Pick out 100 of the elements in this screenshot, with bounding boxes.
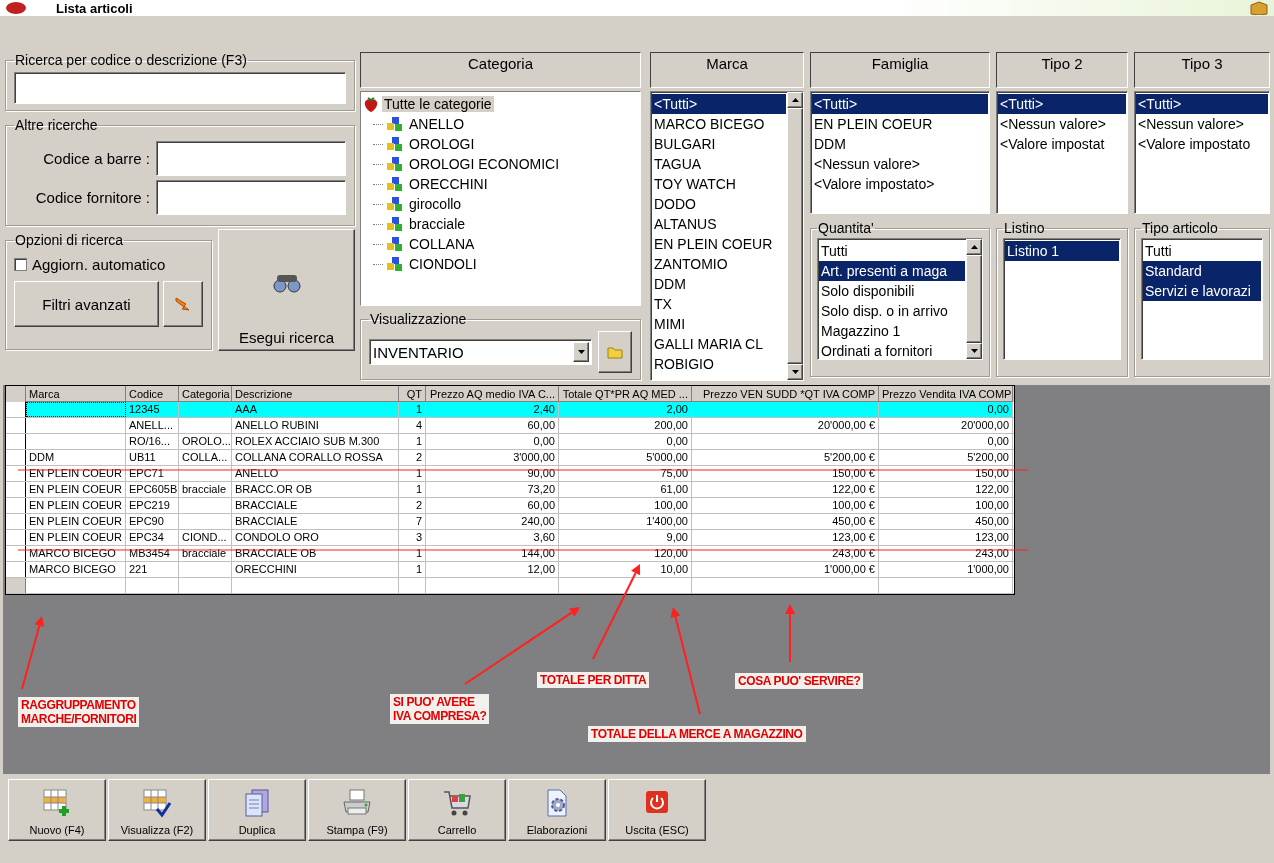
group-title: Altre ricerche bbox=[14, 117, 99, 133]
table-cell: 120,00 bbox=[559, 546, 692, 561]
tree-item[interactable]: girocollo bbox=[407, 196, 464, 212]
list-item[interactable]: <Valore impostat bbox=[998, 134, 1126, 154]
list-item[interactable]: Solo disp. o in arrivo bbox=[819, 301, 965, 321]
list-item[interactable]: DDM bbox=[812, 134, 988, 154]
table-row[interactable]: 12345 AAA 1 2,40 2,00 0,00 bbox=[6, 402, 1014, 418]
table-cell: 144,00 bbox=[426, 546, 559, 561]
list-header: Tipo 3 bbox=[1134, 52, 1270, 88]
tree-item[interactable]: ANELLO bbox=[407, 116, 467, 132]
list-item[interactable]: Tutti bbox=[1143, 241, 1261, 261]
list-item[interactable]: MIMI bbox=[652, 314, 786, 334]
list-item[interactable]: Standard bbox=[1143, 261, 1261, 281]
display-dropdown[interactable]: INVENTARIO bbox=[369, 339, 592, 365]
table-cell: 90,00 bbox=[426, 466, 559, 481]
toolbar-button[interactable]: Uscita (ESC) bbox=[608, 779, 706, 841]
scrollbar[interactable] bbox=[787, 92, 803, 380]
list-item[interactable]: EN PLEIN COEUR bbox=[652, 234, 786, 254]
cart-icon bbox=[443, 791, 471, 816]
table-row[interactable]: ANELL... ANELLO RUBINI 4 60,00 200,00 20'000,00 € 20'000,00 bbox=[6, 418, 1014, 434]
table-cell: 1 bbox=[399, 434, 426, 449]
table-cell: 1'400,00 bbox=[559, 514, 692, 529]
arrow-button[interactable] bbox=[163, 281, 203, 327]
table-row[interactable]: EN PLEIN COEUR EPC605B bracciale BRACC.OR OB 1 73,20 61,00 122,00 € 122,00 bbox=[6, 482, 1014, 498]
list-item[interactable]: MARCO BICEGO bbox=[652, 114, 786, 134]
table-cell: 60,00 bbox=[426, 418, 559, 433]
table-row[interactable]: EN PLEIN COEUR EPC219 BRACCIALE 2 60,00 100,00 100,00 € 100,00 bbox=[6, 498, 1014, 514]
list-item[interactable]: Servizi e lavorazi bbox=[1143, 281, 1261, 301]
table-cell: EN PLEIN COEUR bbox=[26, 498, 126, 513]
table-cell: ANELL... bbox=[126, 418, 179, 433]
list-item[interactable]: <Valore impostato bbox=[1136, 134, 1268, 154]
group-title: Opzioni di ricerca bbox=[14, 232, 125, 248]
toolbar-button[interactable]: Carrello bbox=[408, 779, 506, 841]
table-cell: 73,20 bbox=[426, 482, 559, 497]
table-cell: BRACC.OR OB bbox=[232, 482, 399, 497]
table-row[interactable]: DDM UB11 COLLA... COLLANA CORALLO ROSSA 2 3'000,00 5'000,00 5'200,00 € 5'200,00 bbox=[6, 450, 1014, 466]
tree-item[interactable]: ORECCHINI bbox=[407, 176, 490, 192]
list-item[interactable]: Ordinati a fornitori bbox=[819, 341, 965, 359]
checkbox[interactable] bbox=[14, 258, 27, 271]
list-header: Tipo 2 bbox=[996, 52, 1128, 88]
list-item[interactable]: <Tutti> bbox=[998, 94, 1126, 114]
tree-item[interactable]: COLLANA bbox=[407, 236, 477, 252]
list-item[interactable]: EN PLEIN COEUR bbox=[812, 114, 988, 134]
folder-button[interactable] bbox=[598, 331, 632, 373]
annotation-text: COSA PUO' SERVIRE? bbox=[735, 673, 864, 689]
input-field[interactable] bbox=[156, 180, 346, 215]
table-cell: 75,00 bbox=[559, 466, 692, 481]
table-cell: 150,00 € bbox=[692, 466, 879, 481]
advanced-filters-button[interactable]: Filtri avanzati bbox=[14, 281, 159, 327]
list-item[interactable]: ALTANUS bbox=[652, 214, 786, 234]
list-item[interactable]: GALLI MARIA CL bbox=[652, 334, 786, 354]
toolbar-button[interactable]: Nuovo (F4) bbox=[8, 779, 106, 841]
list-item[interactable]: BULGARI bbox=[652, 134, 786, 154]
toolbar-button[interactable]: Visualizza (F2) bbox=[108, 779, 206, 841]
toolbar-button[interactable]: Elaborazioni bbox=[508, 779, 606, 841]
list-item[interactable]: TX bbox=[652, 294, 786, 314]
search-field[interactable] bbox=[14, 72, 346, 104]
table-row[interactable]: MARCO BICEGO 221 ORECCHINI 1 12,00 10,00 1'000,00 € 1'000,00 bbox=[6, 562, 1014, 578]
tree-item[interactable]: Tutte le categorie bbox=[382, 96, 494, 112]
table-cell: 0,00 bbox=[426, 434, 559, 449]
tree-item[interactable]: OROLOGI bbox=[407, 136, 477, 152]
list-item[interactable]: TOY WATCH bbox=[652, 174, 786, 194]
list-item[interactable]: Listino 1 bbox=[1005, 241, 1119, 261]
table-row[interactable]: EN PLEIN COEUR EPC71 ANELLO 1 90,00 75,00 150,00 € 150,00 bbox=[6, 466, 1014, 482]
table-row[interactable]: MARCO BICEGO MB3454 bracciale BRACCIALE OB 1 144,00 120,00 243,00 € 243,00 bbox=[6, 546, 1014, 562]
tree-item[interactable]: CIONDOLI bbox=[407, 256, 479, 272]
toolbar-button[interactable]: Duplica bbox=[208, 779, 306, 841]
list-item[interactable]: <Tutti> bbox=[812, 94, 988, 114]
list-item[interactable]: <Valore impostato> bbox=[812, 174, 988, 194]
list-item[interactable]: Tutti bbox=[819, 241, 965, 261]
list-item[interactable]: Magazzino 1 bbox=[819, 321, 965, 341]
table-row[interactable]: EN PLEIN COEUR EPC34 CIOND... CONDOLO ORO 3 3,60 9,00 123,00 € 123,00 bbox=[6, 530, 1014, 546]
run-search-button[interactable]: Esegui ricerca bbox=[218, 229, 355, 351]
list-item[interactable]: <Nessun valore> bbox=[1136, 114, 1268, 134]
list-item[interactable]: ROBIGIO bbox=[652, 354, 786, 374]
list-item[interactable]: DDM bbox=[652, 274, 786, 294]
list-item[interactable]: Solo disponibili bbox=[819, 281, 965, 301]
toolbar-button[interactable]: Stampa (F9) bbox=[308, 779, 406, 841]
tree-item[interactable]: bracciale bbox=[407, 216, 468, 232]
field-label: Codice fornitore : bbox=[35, 189, 150, 206]
list-item[interactable]: ZANTOMIO bbox=[652, 254, 786, 274]
list-item[interactable]: <Tutti> bbox=[1136, 94, 1268, 114]
printer-icon bbox=[343, 789, 371, 815]
list-item[interactable]: <Nessun valore> bbox=[998, 114, 1126, 134]
up-arrow-icon bbox=[791, 98, 799, 102]
scrollbar[interactable] bbox=[966, 239, 982, 359]
list-item[interactable]: Art. presenti a maga bbox=[819, 261, 965, 281]
grid-check-icon bbox=[143, 789, 172, 818]
tree-item[interactable]: OROLOGI ECONOMICI bbox=[407, 156, 562, 172]
list-item[interactable]: DODO bbox=[652, 194, 786, 214]
input-field[interactable] bbox=[156, 141, 346, 176]
list-item[interactable]: TAGUA bbox=[652, 154, 786, 174]
list-item[interactable]: <Nessun valore> bbox=[812, 154, 988, 174]
table-row[interactable]: EN PLEIN COEUR EPC90 BRACCIALE 7 240,00 1'400,00 450,00 € 450,00 bbox=[6, 514, 1014, 530]
table-cell: RO/16... bbox=[126, 434, 179, 449]
binoculars-icon bbox=[270, 273, 303, 293]
documents-icon bbox=[245, 789, 269, 817]
table-cell: 5'000,00 bbox=[559, 450, 692, 465]
list-item[interactable]: <Tutti> bbox=[652, 94, 786, 114]
table-row[interactable]: RO/16... OROLO... ROLEX ACCIAIO SUB M.300 1 0,00 0,00 0,00 bbox=[6, 434, 1014, 450]
